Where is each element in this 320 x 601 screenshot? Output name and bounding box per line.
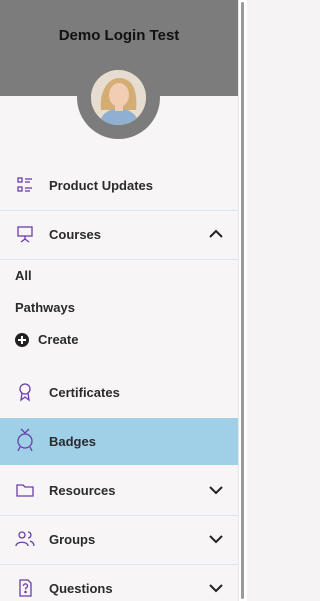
divider	[0, 564, 238, 565]
nav-certificates[interactable]: Certificates	[0, 379, 238, 405]
chevron-down-icon[interactable]	[208, 580, 224, 596]
nav-questions[interactable]: Questions	[0, 575, 238, 601]
nav-resources[interactable]: Resources	[0, 477, 238, 503]
folder-icon	[15, 480, 35, 500]
nav-label: Badges	[49, 434, 96, 449]
sidebar: Demo Login Test Product Updates Courses …	[0, 0, 238, 601]
badge-icon	[15, 428, 35, 452]
nav-label: Resources	[49, 482, 116, 498]
question-file-icon	[15, 578, 35, 598]
nav-product-updates[interactable]: Product Updates	[0, 172, 238, 198]
plus-circle-icon	[15, 332, 29, 347]
ribbon-icon	[15, 382, 35, 402]
nav-label: Product Updates	[49, 177, 154, 193]
scrollbar-thumb[interactable]	[241, 2, 244, 599]
list-icon	[15, 175, 35, 195]
nav-courses[interactable]: Courses	[0, 221, 238, 247]
divider	[0, 259, 238, 260]
nav-badges[interactable]: Badges	[0, 418, 238, 465]
chevron-down-icon[interactable]	[208, 531, 224, 547]
courses-sub-create[interactable]: Create	[15, 332, 78, 347]
presentation-icon	[15, 224, 35, 244]
courses-sub-pathways[interactable]: Pathways	[15, 300, 75, 315]
avatar-ring	[77, 56, 160, 139]
nav-label: Questions	[49, 580, 113, 596]
chevron-down-icon[interactable]	[208, 482, 224, 498]
nav-label: Certificates	[49, 384, 120, 400]
users-icon	[15, 529, 35, 549]
scrollbar[interactable]	[238, 0, 247, 601]
create-label: Create	[38, 332, 79, 347]
nav-groups[interactable]: Groups	[0, 526, 238, 552]
nav-label: Groups	[49, 531, 96, 547]
avatar[interactable]	[91, 70, 146, 125]
courses-sub-all[interactable]: All	[15, 268, 32, 283]
chevron-up-icon[interactable]	[208, 226, 224, 242]
site-title: Demo Login Test	[58, 27, 180, 44]
divider	[0, 210, 238, 211]
nav-label: Courses	[49, 226, 102, 242]
divider	[0, 515, 238, 516]
